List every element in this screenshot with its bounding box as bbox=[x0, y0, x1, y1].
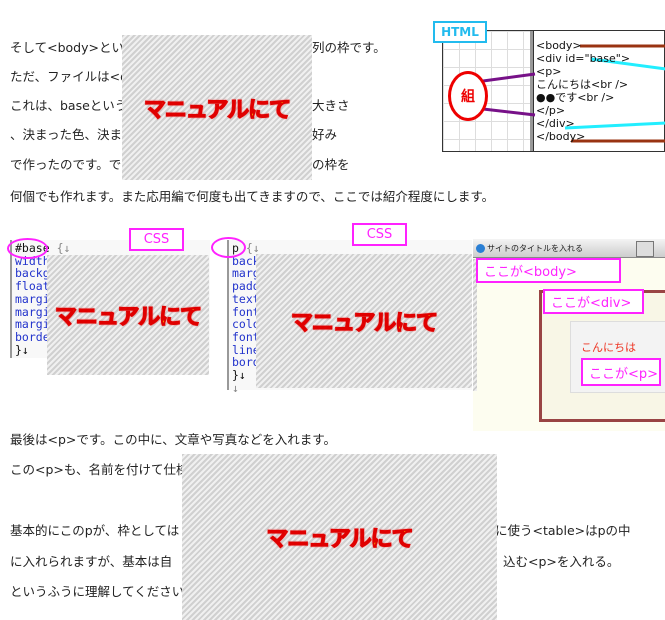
text-line: ただ、ファイルは<di bbox=[10, 69, 132, 84]
brace: {↓ bbox=[245, 241, 260, 255]
brace: {↓ bbox=[56, 241, 71, 255]
text-line: の枠を bbox=[312, 157, 350, 172]
ie-icon bbox=[476, 244, 485, 253]
text-line: 基本的にこのpが、枠としては bbox=[10, 523, 180, 538]
p-label: ここが<p> bbox=[581, 358, 661, 386]
code-line: </p> bbox=[536, 104, 566, 117]
html-tab-label: HTML bbox=[433, 21, 487, 43]
text-line: に入れられますが、基本は自 bbox=[10, 554, 173, 569]
overlay-text: マニュアルにて bbox=[54, 304, 203, 330]
text-line: この<p>も、名前を付けて仕様 bbox=[10, 462, 189, 477]
code-line: </div> bbox=[536, 117, 575, 130]
text-line: これは、baseという bbox=[10, 98, 128, 113]
div-label: ここが<div> bbox=[543, 289, 644, 314]
redaction-overlay: マニュアルにて bbox=[182, 454, 497, 620]
redaction-overlay: マニュアルにて bbox=[122, 35, 312, 180]
css-tab-label: CSS bbox=[129, 228, 184, 251]
text-line: に使う<table>はpの中 bbox=[495, 523, 631, 538]
overlay-text: マニュアルにて bbox=[290, 310, 439, 336]
html-code: <body> <div id="base"> <p> こんにちは<br /> ●●です<… bbox=[536, 39, 630, 143]
text-line: で作ったのです。で bbox=[10, 157, 122, 172]
text-line: 好み bbox=[312, 127, 338, 142]
selector-highlight bbox=[211, 237, 246, 258]
code-line: こんにちは<br /> bbox=[536, 78, 629, 91]
window-button[interactable] bbox=[636, 241, 654, 257]
text-line: 大きさ bbox=[312, 98, 350, 113]
overlay-text: マニュアルにて bbox=[143, 97, 292, 123]
overlay-text: マニュアルにて bbox=[266, 526, 415, 552]
selector-highlight bbox=[7, 238, 48, 259]
html-figure: 組 <body> <div id="base"> <p> こんにちは<br /> ●●で… bbox=[442, 30, 665, 152]
group-circle: 組 bbox=[448, 71, 488, 121]
browser-title: サイトのタイトルを入れる bbox=[487, 244, 583, 253]
text-line: 列の枠です。 bbox=[312, 40, 386, 55]
code-line: ●●です<br /> bbox=[536, 91, 615, 104]
text-line: 、決まった色、決ま bbox=[10, 127, 123, 142]
code-line: <div id="base"> bbox=[536, 52, 631, 65]
text-line: そして<body>という bbox=[10, 40, 137, 55]
code-line: <p> bbox=[536, 65, 562, 78]
redaction-overlay: マニュアルにて bbox=[47, 255, 209, 375]
code-line: </body> bbox=[536, 130, 586, 143]
css-tab-label: CSS bbox=[352, 223, 407, 246]
redaction-overlay: マニュアルにて bbox=[256, 254, 472, 388]
body-label: ここが<body> bbox=[476, 258, 621, 283]
code-line: <body> bbox=[536, 39, 582, 52]
text-line: 込む<p>を入れる。 bbox=[503, 554, 620, 569]
greeting-text: こんにちは bbox=[581, 341, 636, 354]
text-line: というふうに理解してください。 bbox=[10, 584, 197, 599]
text-line: 何個でも作れます。また応用編で何度も出てきますので、ここでは紹介程度にします。 bbox=[10, 189, 495, 204]
text-line: 最後は<p>です。この中に、文章や写真などを入れます。 bbox=[10, 432, 337, 447]
